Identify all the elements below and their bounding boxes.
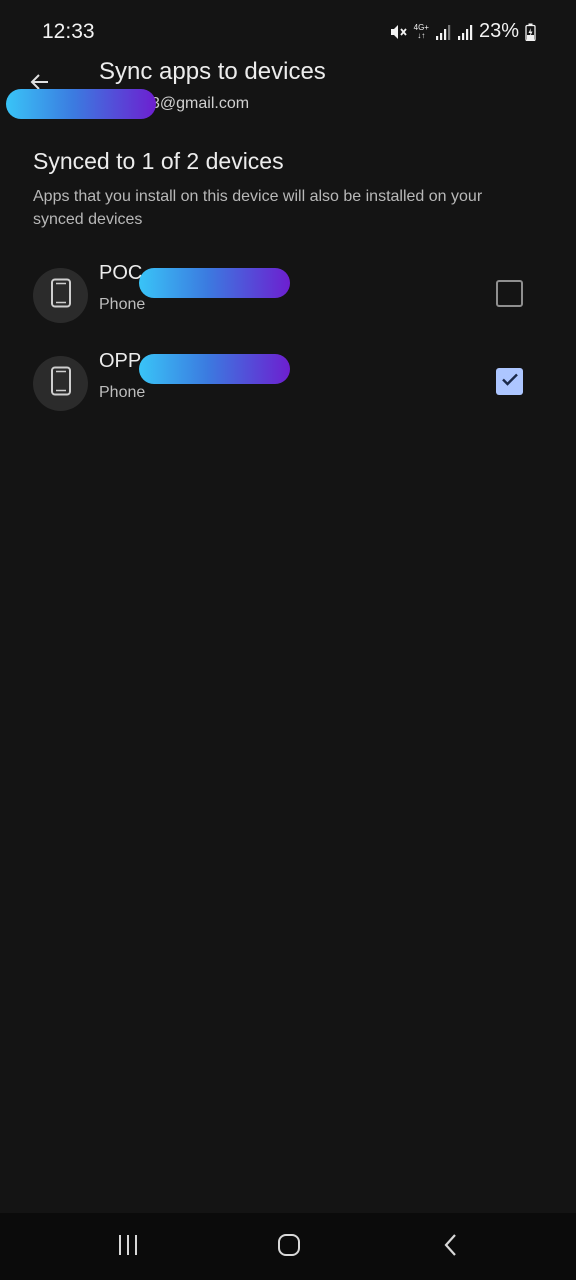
system-nav-bar: [0, 1213, 576, 1280]
checkmark-icon: [500, 369, 520, 394]
page-title: Sync apps to devices: [99, 58, 326, 85]
device-name-redaction: [139, 354, 290, 384]
device-name: POC: [99, 262, 143, 284]
device-row[interactable]: POC Phone: [0, 260, 576, 340]
phone-icon: [50, 278, 72, 313]
home-button[interactable]: [269, 1231, 309, 1263]
sync-summary-title: Synced to 1 of 2 devices: [33, 148, 284, 174]
home-icon: [277, 1233, 301, 1262]
status-icons: 4G+ ↓↑ 23%: [388, 20, 536, 43]
network-type-arrows: ↓↑: [417, 30, 426, 40]
mute-icon: [388, 22, 408, 42]
device-row[interactable]: OPP Phone: [0, 348, 576, 428]
device-name: OPP: [99, 350, 142, 372]
device-type: Phone: [99, 296, 146, 313]
battery-charging-icon: [525, 23, 536, 41]
device-avatar: [33, 268, 88, 323]
device-sync-checkbox[interactable]: [496, 280, 523, 307]
signal-icon-sim2: [457, 23, 473, 41]
device-avatar: [33, 356, 88, 411]
recents-icon: [116, 1234, 140, 1261]
device-type: Phone: [99, 384, 146, 401]
status-time: 12:33: [42, 20, 95, 43]
email-redaction: [6, 89, 156, 119]
network-type-label: 4G+ ↓↑: [414, 23, 429, 40]
screen: 12:33 4G+ ↓↑ 23% Sync apps to devices 3@…: [0, 0, 576, 1280]
account-email-suffix: 3@gmail.com: [151, 95, 250, 112]
signal-icon-sim1: [435, 23, 451, 41]
status-bar: 12:33 4G+ ↓↑ 23%: [0, 0, 576, 64]
back-icon: [443, 1233, 459, 1262]
sync-summary-description: Apps that you install on this device wil…: [33, 188, 483, 228]
recents-button[interactable]: [108, 1231, 148, 1263]
nav-back-button[interactable]: [431, 1231, 471, 1263]
device-name-redaction: [139, 268, 290, 298]
phone-icon: [50, 366, 72, 401]
device-sync-checkbox[interactable]: [496, 368, 523, 395]
battery-percent: 23%: [478, 20, 519, 42]
